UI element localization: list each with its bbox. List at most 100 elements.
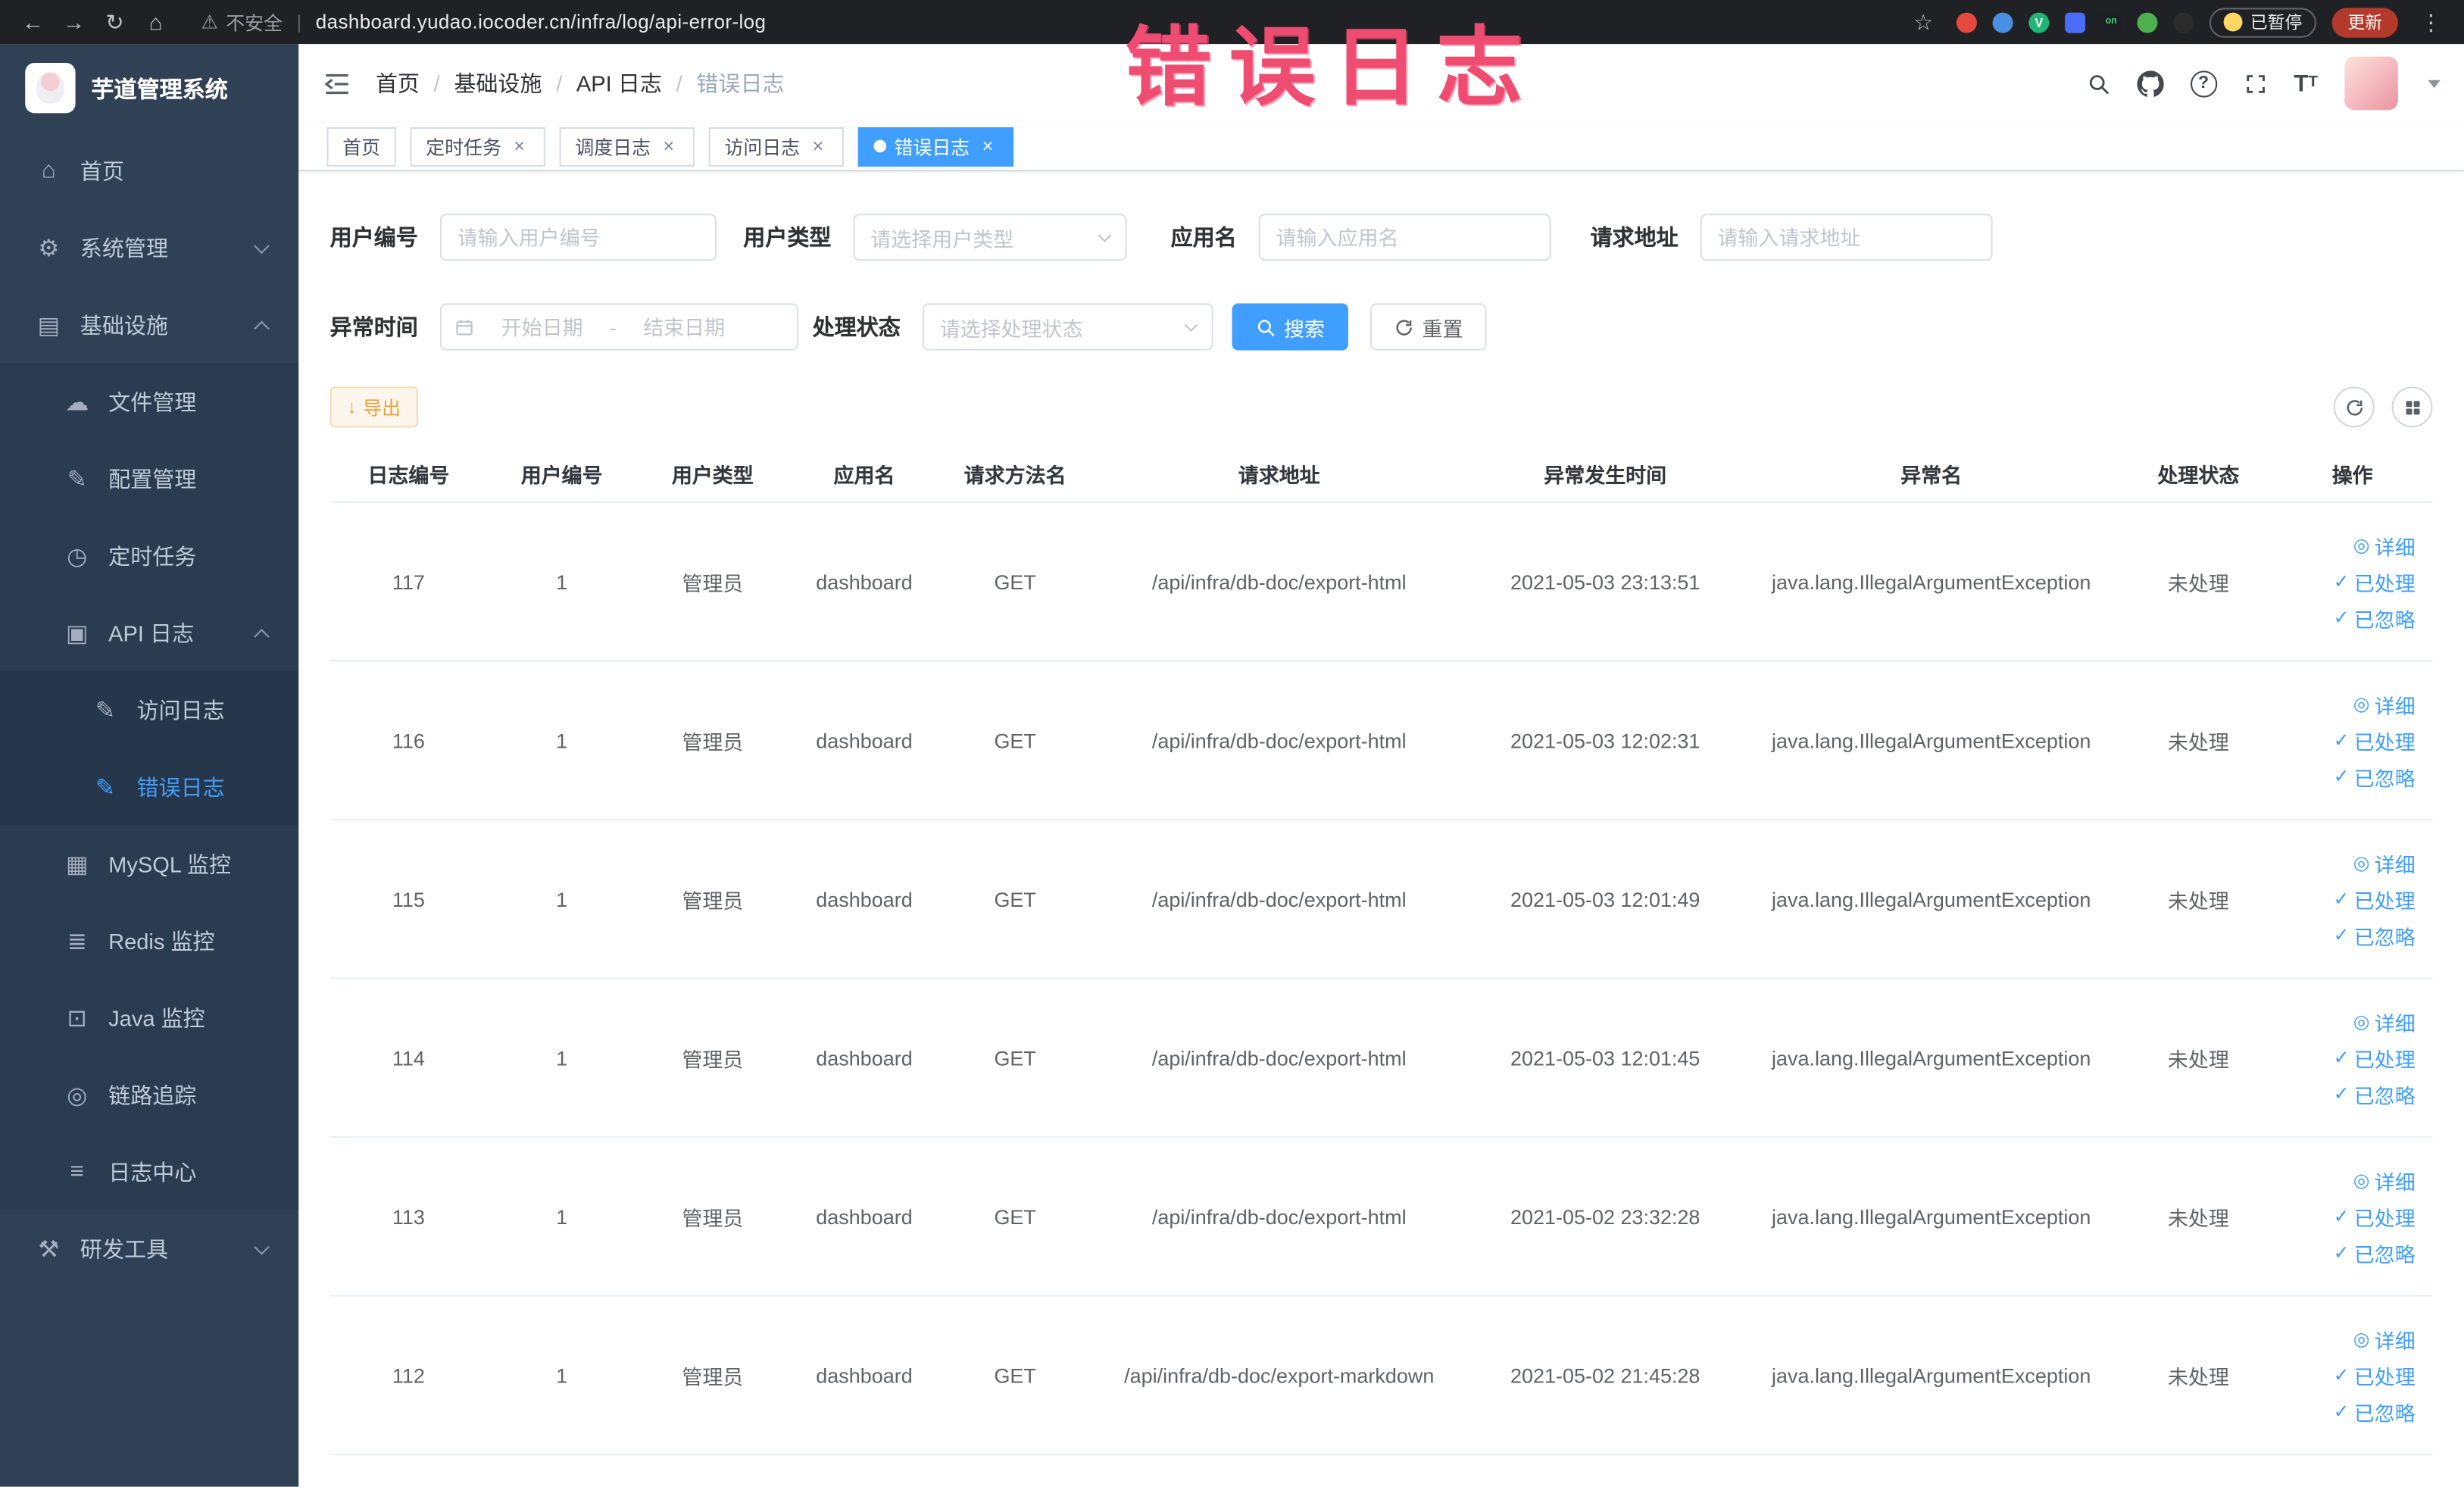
avatar[interactable]	[2344, 56, 2398, 111]
check-icon: ✓	[2333, 765, 2350, 788]
user-id-label: 用户编号	[329, 224, 418, 250]
processed-link[interactable]: ✓ 已处理	[2334, 1360, 2416, 1390]
cell-status: 未处理	[2167, 1206, 2229, 1230]
address-bar[interactable]: dashboard.yudao.iocoder.cn/infra/log/api…	[316, 11, 767, 33]
sidebar-item-config-mgmt[interactable]: ✎ 配置管理	[0, 439, 299, 517]
request-url-input[interactable]	[1700, 214, 1993, 261]
search-button[interactable]: 搜索	[1232, 303, 1349, 351]
browser-home-icon[interactable]: ⌂	[139, 5, 173, 39]
sidebar-item-redis-monitor[interactable]: ≣ Redis 监控	[0, 901, 299, 979]
close-icon[interactable]: ×	[807, 135, 828, 157]
table-header-row: 日志编号 用户编号 用户类型 应用名 请求方法名 请求地址 异常发生时间 异常名…	[329, 446, 2433, 503]
tab-home[interactable]: 首页	[326, 127, 396, 166]
tab-access-log[interactable]: 访问日志 ×	[708, 127, 845, 166]
check-icon: ✓	[2333, 729, 2350, 751]
column-settings-button[interactable]	[2391, 386, 2433, 428]
paused-badge[interactable]: 已暂停	[2209, 7, 2316, 37]
extension-icon-6[interactable]	[2137, 11, 2158, 33]
sidebar-item-scheduled-tasks[interactable]: ◷ 定时任务	[0, 517, 299, 595]
font-size-icon[interactable]: TT	[2294, 71, 2318, 95]
cell-method: GET	[994, 1045, 1036, 1070]
detail-link[interactable]: ◎ 详细	[2353, 848, 2416, 877]
ignored-link[interactable]: ✓ 已忽略	[2334, 761, 2416, 791]
reload-icon[interactable]: ↻	[98, 5, 133, 39]
sidebar-item-api-log[interactable]: ▣ API 日志	[0, 594, 299, 671]
page-content: 用户编号 用户类型 请选择用户类型 应用名 请求地址	[298, 173, 2464, 1487]
table-row: 113 1 管理员 dashboard GET /api/infra/db-do…	[329, 1138, 2433, 1297]
sidebar-item-java-monitor[interactable]: ⊡ Java 监控	[0, 979, 299, 1057]
close-icon[interactable]: ×	[658, 135, 679, 157]
app-name-input[interactable]	[1258, 214, 1551, 261]
breadcrumb-item[interactable]: API 日志	[576, 67, 662, 98]
tab-scheduled-tasks[interactable]: 定时任务 ×	[410, 127, 545, 166]
user-id-input[interactable]	[439, 214, 717, 261]
user-type-select[interactable]: 请选择用户类型	[853, 214, 1127, 261]
breadcrumb-item[interactable]: 基础设施	[454, 67, 542, 98]
sidebar-item-file-mgmt[interactable]: ☁ 文件管理	[0, 363, 299, 440]
sidebar-item-log-center[interactable]: ≡ 日志中心	[0, 1132, 299, 1211]
cell-request-url: /api/infra/db-doc/export-html	[1151, 728, 1407, 752]
date-range-picker[interactable]: -	[439, 303, 798, 351]
fullscreen-icon[interactable]	[2244, 71, 2267, 95]
ignored-link[interactable]: ✓ 已忽略	[2334, 1079, 2416, 1108]
processed-link[interactable]: ✓ 已处理	[2334, 1201, 2416, 1231]
search-icon[interactable]	[2087, 71, 2110, 95]
sidebar-item-error-log[interactable]: ✎ 错误日志	[0, 748, 299, 826]
process-status-select[interactable]: 请选择处理状态	[922, 303, 1213, 351]
sidebar-fold-icon[interactable]	[322, 68, 351, 98]
view-icon: ◎	[2353, 692, 2370, 715]
reset-button[interactable]: 重置	[1370, 303, 1487, 351]
update-button[interactable]: 更新	[2331, 7, 2398, 37]
extension-icon-4[interactable]	[2065, 11, 2086, 33]
detail-link[interactable]: ◎ 详细	[2353, 1007, 2416, 1036]
filter-exception-time: 异常时间 -	[330, 303, 798, 351]
extension-icon-1[interactable]	[1956, 11, 1977, 33]
app-logo[interactable]: 芋道管理系统	[0, 44, 298, 132]
detail-link[interactable]: ◎ 详细	[2353, 689, 2416, 719]
sidebar-item-system-mgmt[interactable]: ⚙ 系统管理	[0, 209, 298, 286]
grid-icon: ▦	[65, 851, 89, 878]
sidebar-item-dev-tools[interactable]: ⚒ 研发工具	[0, 1210, 298, 1287]
export-button[interactable]: ↓ 导出	[329, 386, 418, 428]
close-icon[interactable]: ×	[978, 135, 998, 157]
extension-icon-2[interactable]	[1992, 11, 2013, 33]
close-icon[interactable]: ×	[509, 135, 529, 157]
detail-link[interactable]: ◎ 详细	[2353, 1165, 2416, 1195]
detail-link[interactable]: ◎ 详细	[2353, 1324, 2416, 1354]
refresh-table-button[interactable]	[2333, 386, 2375, 428]
avatar-caret-icon[interactable]	[2428, 79, 2441, 88]
breadcrumb-item[interactable]: 首页	[376, 67, 420, 98]
security-chip[interactable]: ⚠ 不安全	[201, 8, 283, 35]
tab-schedule-log[interactable]: 调度日志 ×	[559, 127, 695, 166]
detail-link[interactable]: ◎ 详细	[2353, 530, 2416, 560]
ignored-link[interactable]: ✓ 已忽略	[2334, 1238, 2416, 1267]
ignored-link[interactable]: ✓ 已忽略	[2334, 920, 2416, 950]
back-icon[interactable]: ←	[16, 5, 51, 39]
view-icon: ◎	[2353, 1169, 2370, 1192]
sidebar-item-home[interactable]: ⌂ 首页	[0, 132, 298, 209]
help-icon[interactable]: ?	[2190, 70, 2217, 97]
check-icon: ✓	[2333, 606, 2350, 629]
forward-icon[interactable]: →	[57, 5, 92, 39]
sidebar-item-infrastructure[interactable]: ▤ 基础设施	[0, 286, 298, 364]
bookmark-star-icon[interactable]: ☆	[1907, 5, 1941, 39]
processed-link[interactable]: ✓ 已处理	[2334, 725, 2416, 754]
row-actions: ◎ 详细 ✓ 已处理 ✓ 已忽略	[2277, 689, 2428, 792]
sidebar-item-mysql-monitor[interactable]: ▦ MySQL 监控	[0, 825, 299, 902]
processed-link[interactable]: ✓ 已处理	[2334, 567, 2416, 596]
sidebar-item-access-log[interactable]: ✎ 访问日志	[0, 670, 299, 748]
processed-link[interactable]: ✓ 已处理	[2334, 1043, 2416, 1073]
extension-icon-5[interactable]: on	[2100, 11, 2122, 33]
sidebar-item-trace[interactable]: ◎ 链路追踪	[0, 1056, 299, 1133]
processed-link[interactable]: ✓ 已处理	[2334, 884, 2416, 914]
extension-icon-7[interactable]	[2173, 11, 2194, 33]
start-date-input[interactable]	[480, 314, 604, 339]
ignored-link[interactable]: ✓ 已忽略	[2334, 603, 2416, 633]
end-date-input[interactable]	[623, 314, 746, 339]
col-header-status: 处理状态	[2157, 464, 2240, 488]
extension-icon-3[interactable]: V	[2028, 11, 2050, 33]
browser-menu-icon[interactable]: ⋮	[2414, 5, 2449, 39]
tab-error-log[interactable]: 错误日志 ×	[857, 127, 1014, 166]
github-icon[interactable]	[2137, 70, 2163, 96]
ignored-link[interactable]: ✓ 已忽略	[2334, 1396, 2416, 1426]
